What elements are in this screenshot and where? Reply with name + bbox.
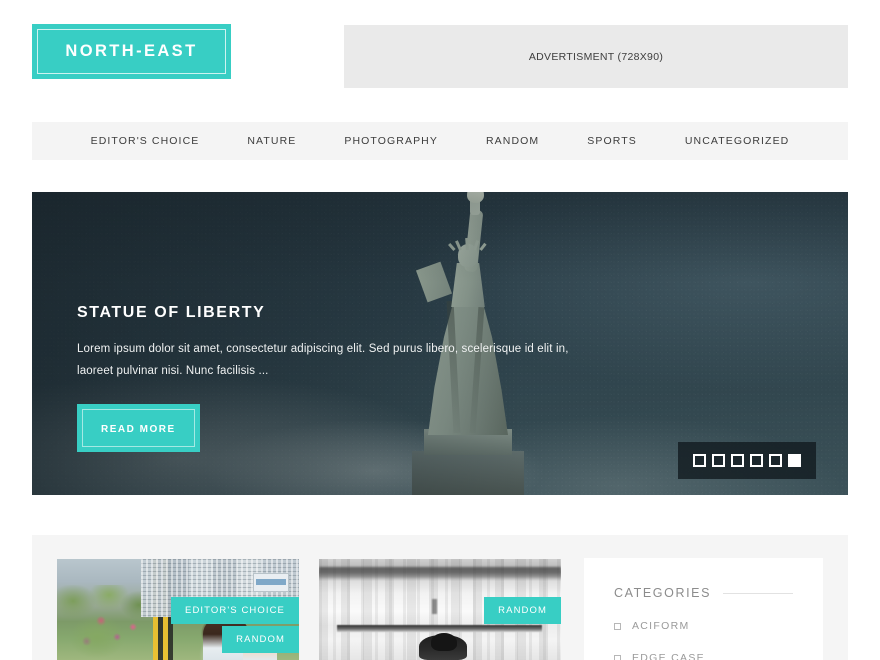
post-card[interactable]: EDITOR'S CHOICE RANDOM (57, 559, 299, 660)
site-logo-frame: NORTH-EAST (37, 29, 226, 74)
categories-widget-header: CATEGORIES (584, 558, 823, 600)
slider-dot-3[interactable] (731, 454, 744, 467)
nav-item-sports[interactable]: SPORTS (563, 135, 661, 147)
thumbnail-billboard-band (256, 579, 286, 585)
badge-editors-choice[interactable]: EDITOR'S CHOICE (171, 597, 299, 624)
hero-caption: STATUE OF LIBERTY Lorem ipsum dolor sit … (77, 304, 597, 452)
badge-random[interactable]: RANDOM (222, 626, 299, 653)
categories-list: ACIFORM EDGE CASE (584, 600, 823, 660)
post-card-badges: EDITOR'S CHOICE RANDOM (171, 597, 299, 653)
primary-navigation: EDITOR'S CHOICE NATURE PHOTOGRAPHY RANDO… (32, 122, 848, 160)
categories-widget-title: CATEGORIES (614, 586, 712, 600)
post-card-grid: EDITOR'S CHOICE RANDOM RANDOM (57, 559, 561, 660)
read-more-button[interactable]: READ MORE (77, 403, 200, 452)
category-item-edge-case[interactable]: EDGE CASE (614, 652, 793, 660)
sidebar: CATEGORIES ACIFORM EDGE CASE (584, 558, 823, 660)
thumbnail-person-hair (431, 633, 457, 651)
category-label: ACIFORM (632, 620, 690, 632)
hero-title: STATUE OF LIBERTY (77, 304, 266, 321)
hero-slider-pagination (678, 442, 816, 479)
slider-dot-1[interactable] (693, 454, 706, 467)
slider-dot-5[interactable] (769, 454, 782, 467)
thumbnail-rail (337, 625, 542, 632)
nav-item-photography[interactable]: PHOTOGRAPHY (320, 135, 462, 147)
slider-dot-6[interactable] (788, 454, 801, 467)
square-bullet-icon (614, 654, 621, 660)
advertisement-label: ADVERTISMENT (728X90) (528, 50, 664, 63)
square-bullet-icon (614, 622, 621, 630)
content-section: EDITOR'S CHOICE RANDOM RANDOM CATEGORIES (32, 535, 848, 660)
thumbnail-pillar (432, 599, 437, 614)
read-more-button-label: READ MORE (101, 423, 176, 435)
post-card[interactable]: RANDOM (319, 559, 561, 660)
nav-item-uncategorized[interactable]: UNCATEGORIZED (661, 135, 814, 147)
post-card-badges: RANDOM (484, 597, 561, 624)
advertisement-banner[interactable]: ADVERTISMENT (728X90) (344, 25, 848, 88)
hero-slider: STATUE OF LIBERTY Lorem ipsum dolor sit … (32, 192, 848, 495)
site-logo[interactable]: NORTH-EAST (32, 24, 231, 79)
nav-item-editors-choice[interactable]: EDITOR'S CHOICE (67, 135, 224, 147)
widget-title-divider (723, 592, 793, 594)
page-root: NORTH-EAST ADVERTISMENT (728X90) EDITOR'… (0, 0, 880, 660)
slider-dot-4[interactable] (750, 454, 763, 467)
slider-dot-2[interactable] (712, 454, 725, 467)
site-logo-text: NORTH-EAST (65, 42, 198, 60)
thumbnail-ceiling-band (319, 567, 561, 578)
category-item-aciform[interactable]: ACIFORM (614, 620, 793, 632)
read-more-button-frame: READ MORE (82, 408, 195, 447)
thumbnail-foliage (57, 585, 153, 660)
category-label: EDGE CASE (632, 652, 705, 660)
badge-random[interactable]: RANDOM (484, 597, 561, 624)
nav-item-nature[interactable]: NATURE (223, 135, 320, 147)
hero-description: Lorem ipsum dolor sit amet, consectetur … (77, 343, 569, 378)
nav-item-random[interactable]: RANDOM (462, 135, 563, 147)
site-header: NORTH-EAST ADVERTISMENT (728X90) (32, 24, 848, 92)
nav-list: EDITOR'S CHOICE NATURE PHOTOGRAPHY RANDO… (67, 135, 814, 147)
